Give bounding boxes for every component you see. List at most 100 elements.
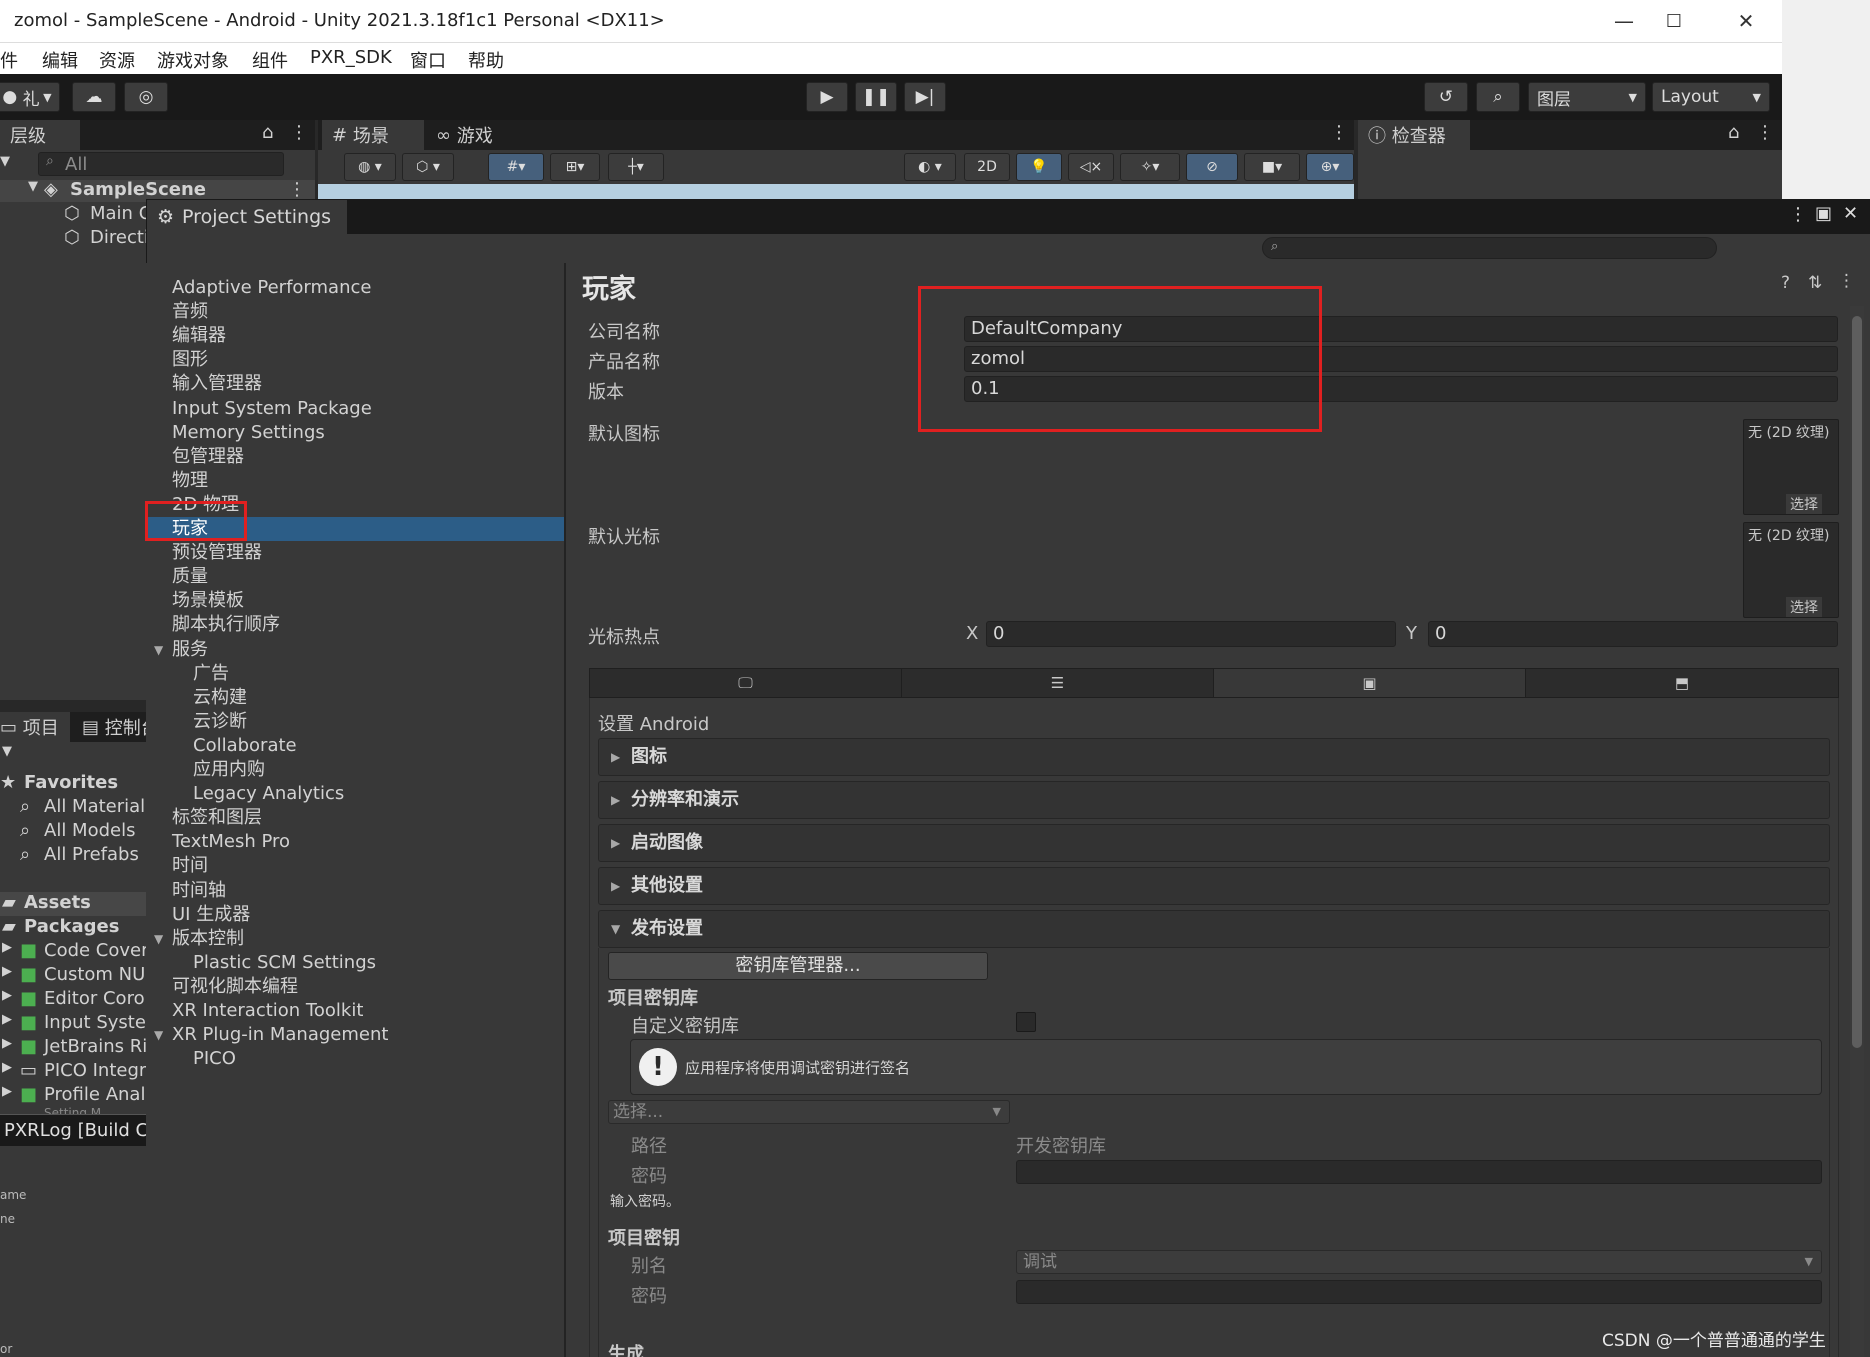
settings-nav-item[interactable]: XR Interaction Toolkit xyxy=(146,999,564,1023)
scene-viewport[interactable] xyxy=(318,184,1354,199)
expand-arrow-icon[interactable]: ▶ xyxy=(2,1084,12,1099)
packages-label[interactable]: Packages xyxy=(24,916,119,937)
settings-search-input[interactable]: ⌕ xyxy=(1262,237,1717,259)
menu-component[interactable]: 组件 xyxy=(252,47,288,73)
lighting-button[interactable]: 💡 xyxy=(1016,153,1062,181)
lock-icon[interactable]: ⌂ xyxy=(1728,122,1739,143)
expand-arrow-icon[interactable]: ▶ xyxy=(2,1036,12,1051)
draw-mode-dropdown[interactable]: ◍ ▾ xyxy=(344,153,396,181)
hierarchy-item[interactable]: Directi xyxy=(90,227,149,248)
settings-nav-item[interactable]: 云诊断 xyxy=(146,710,564,734)
favorite-item[interactable]: All Models xyxy=(44,820,135,841)
select-texture-button[interactable]: 选择 xyxy=(1786,597,1822,617)
more-icon[interactable]: ⋮ xyxy=(288,179,306,200)
default-icon-texture-slot[interactable]: 无 (2D 纹理) 选择 xyxy=(1743,419,1839,515)
expand-arrow-icon[interactable]: ▶ xyxy=(2,988,12,1003)
keystore-manager-button[interactable]: 密钥库管理器... xyxy=(608,952,988,980)
package-item[interactable]: Code Cover xyxy=(44,940,149,961)
settings-nav-item[interactable]: 云构建 xyxy=(146,686,564,710)
undo-history-button[interactable]: ↺ xyxy=(1424,82,1468,112)
tab-game[interactable]: ∞ 游戏 xyxy=(426,120,516,150)
settings-nav-item[interactable]: Input System Package xyxy=(146,397,564,421)
settings-nav-item[interactable]: ▼ 版本控制 xyxy=(146,927,564,951)
tab-inspector[interactable]: ⓘ 检查器 xyxy=(1358,120,1470,150)
more-icon[interactable]: ⋮ xyxy=(290,122,308,143)
more-icon[interactable]: ⋮ xyxy=(1838,271,1855,291)
settings-nav-item[interactable]: Memory Settings xyxy=(146,421,564,445)
gizmos-dropdown[interactable]: ⊕▾ xyxy=(1306,153,1354,181)
help-icon[interactable]: ? xyxy=(1781,273,1790,293)
tab-server[interactable]: ☰ xyxy=(902,669,1214,697)
step-button[interactable]: ▶| xyxy=(904,82,946,112)
audio-button[interactable]: ◁× xyxy=(1068,153,1114,181)
close-icon[interactable]: ✕ xyxy=(1843,203,1858,224)
effects-dropdown[interactable]: ✧▾ xyxy=(1120,153,1180,181)
settings-nav-item[interactable]: 时间 xyxy=(146,854,564,878)
scrollbar[interactable] xyxy=(1850,306,1864,1357)
menu-file[interactable]: 件 xyxy=(0,47,18,73)
more-icon[interactable]: ⋮ xyxy=(1756,122,1774,143)
package-item[interactable]: JetBrains Ri xyxy=(44,1036,147,1057)
ruler-dropdown[interactable]: ┼▾ xyxy=(608,153,664,181)
expand-arrow-icon[interactable]: ▼ xyxy=(28,179,38,194)
settings-nav-item[interactable]: 可视化脚本编程 xyxy=(146,975,564,999)
settings-nav-item[interactable]: 应用内购 xyxy=(146,758,564,782)
settings-nav-item[interactable]: 脚本执行顺序 xyxy=(146,613,564,637)
package-item[interactable]: Editor Coro xyxy=(44,988,145,1009)
tab-scene[interactable]: # 场景 xyxy=(322,120,424,150)
mode-2d-button[interactable]: 2D xyxy=(964,153,1010,181)
maximize-icon[interactable]: ▣ xyxy=(1815,203,1832,224)
search-button[interactable]: ⌕ xyxy=(1476,82,1520,112)
snap-increment-dropdown[interactable]: ⊞▾ xyxy=(550,153,600,181)
menu-pxr-sdk[interactable]: PXR_SDK xyxy=(310,47,392,68)
more-icon[interactable]: ⋮ xyxy=(1789,204,1807,225)
tab-hierarchy[interactable]: 层级 xyxy=(0,120,80,150)
expand-arrow-icon[interactable]: ▶ xyxy=(2,940,12,955)
tab-webgl[interactable]: ⬒ xyxy=(1526,669,1838,697)
layout-dropdown[interactable]: Layout ▼ xyxy=(1652,82,1770,112)
section-splash[interactable]: ▶ 启动图像 xyxy=(598,824,1830,862)
expand-arrow-icon[interactable]: ▶ xyxy=(2,1060,12,1075)
account-dropdown[interactable]: ● 礼 ▼ xyxy=(0,82,60,112)
menu-assets[interactable]: 资源 xyxy=(99,47,135,73)
maximize-button[interactable]: ☐ xyxy=(1650,6,1698,36)
settings-nav-item[interactable]: 输入管理器 xyxy=(146,372,564,396)
layers-dropdown[interactable]: 图层 ▼ xyxy=(1528,82,1646,112)
collapse-arrow-icon[interactable]: ▼ xyxy=(154,1023,163,1047)
cloud-button[interactable]: ☁ xyxy=(72,82,116,112)
section-other-settings[interactable]: ▶ 其他设置 xyxy=(598,867,1830,905)
settings-nav-item[interactable]: 标签和图层 xyxy=(146,806,564,830)
section-publishing[interactable]: ▼ 发布设置 xyxy=(598,910,1830,948)
expand-arrow-icon[interactable]: ▶ xyxy=(2,1012,12,1027)
keystore-password-field[interactable] xyxy=(1016,1160,1822,1184)
settings-nav-item[interactable]: 时间轴 xyxy=(146,879,564,903)
package-item[interactable]: Custom NU xyxy=(44,964,145,985)
alias-dropdown[interactable]: 调试 ▼ xyxy=(1016,1250,1822,1274)
hierarchy-item[interactable]: Main C xyxy=(90,203,151,224)
hotspot-y-field[interactable]: 0 xyxy=(1428,621,1838,647)
default-cursor-texture-slot[interactable]: 无 (2D 纹理) 选择 xyxy=(1743,522,1839,618)
settings-nav-item[interactable]: 场景模板 xyxy=(146,589,564,613)
settings-nav-item[interactable]: ▼ XR Plug-in Management xyxy=(146,1023,564,1047)
hierarchy-search-input[interactable]: All xyxy=(38,152,284,176)
favorite-item[interactable]: All Material xyxy=(44,796,145,817)
play-button[interactable]: ▶ xyxy=(806,82,848,112)
console-row[interactable]: PXRLog [Build C xyxy=(0,1114,148,1146)
package-item[interactable]: Profile Anal xyxy=(44,1084,145,1105)
hotspot-x-field[interactable]: 0 xyxy=(986,621,1396,647)
custom-keystore-checkbox[interactable] xyxy=(1016,1012,1036,1032)
expand-arrow-icon[interactable]: ▶ xyxy=(2,964,12,979)
settings-nav-item[interactable]: PICO xyxy=(146,1047,564,1071)
menu-edit[interactable]: 编辑 xyxy=(42,47,78,73)
section-resolution[interactable]: ▶ 分辨率和演示 xyxy=(598,781,1830,819)
settings-nav-item[interactable]: 音频 xyxy=(146,300,564,324)
tab-project[interactable]: ▭ 项目 xyxy=(0,712,70,742)
settings-nav-item[interactable]: 包管理器 xyxy=(146,445,564,469)
menu-help[interactable]: 帮助 xyxy=(468,47,504,73)
menu-gameobject[interactable]: 游戏对象 xyxy=(157,47,229,73)
grid-snap-dropdown[interactable]: #▾ xyxy=(488,153,544,181)
hidden-objects-button[interactable]: ⊘ xyxy=(1186,153,1238,181)
pause-button[interactable]: ❚❚ xyxy=(855,82,897,112)
settings-nav-item[interactable]: 图形 xyxy=(146,348,564,372)
menu-window[interactable]: 窗口 xyxy=(410,47,446,73)
